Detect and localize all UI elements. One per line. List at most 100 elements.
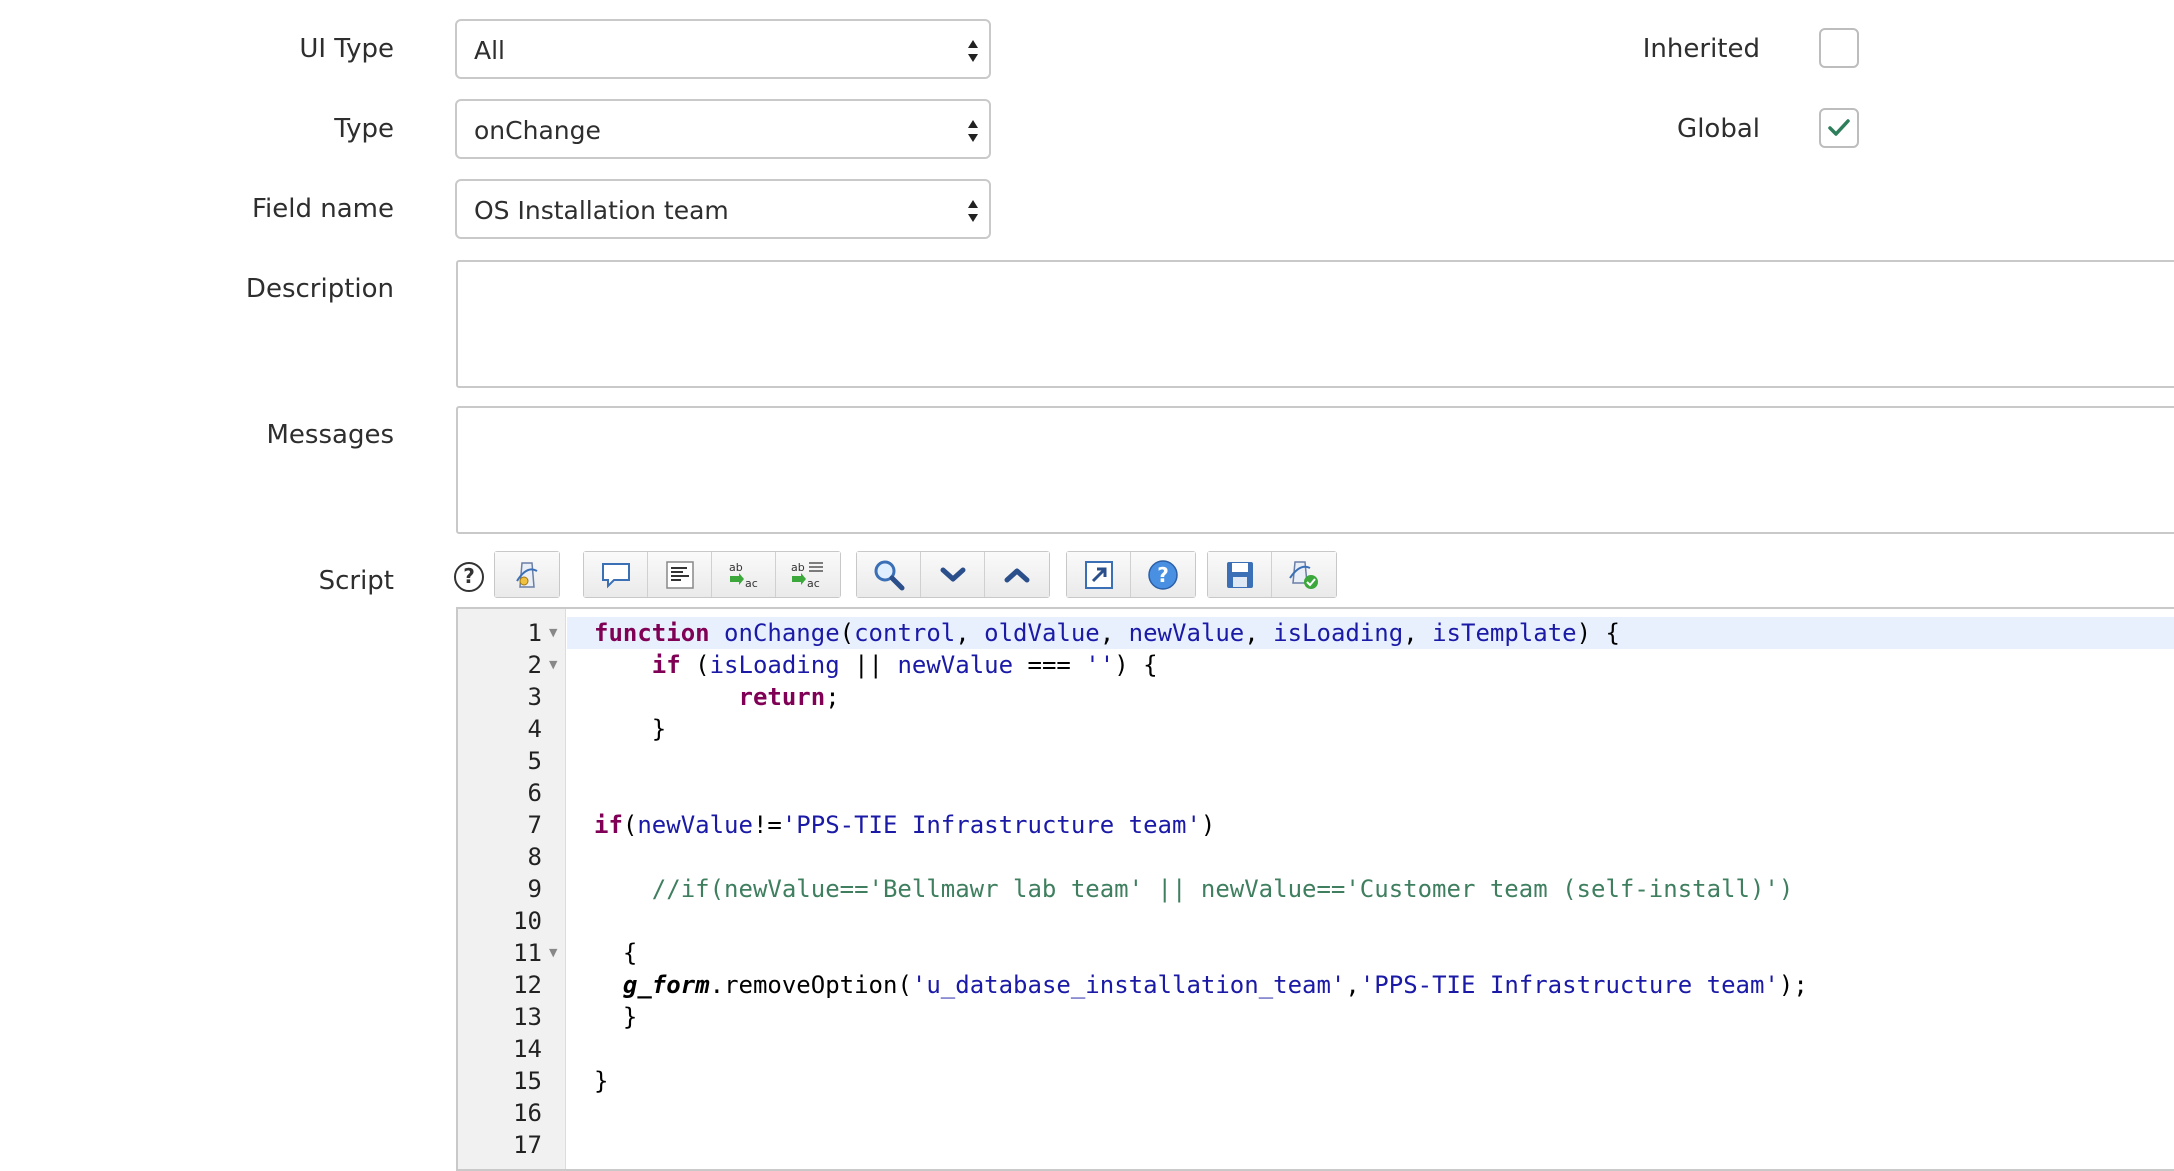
format-text-icon xyxy=(665,560,694,589)
comment-button[interactable] xyxy=(584,552,648,597)
fold-arrow-icon[interactable]: ▼ xyxy=(549,617,557,649)
type-value: onChange xyxy=(474,116,601,145)
fold-arrow-icon[interactable]: ▼ xyxy=(549,937,557,969)
toolbar-group-format xyxy=(494,551,560,598)
messages-label: Messages xyxy=(266,420,395,450)
code-string: 'u_database_installation_team' xyxy=(911,971,1346,999)
search-button[interactable] xyxy=(857,552,921,597)
code-keyword: if xyxy=(651,651,681,679)
select-arrows-icon xyxy=(968,40,978,62)
code-variable: newValue xyxy=(637,811,753,839)
format-text-button[interactable] xyxy=(648,552,712,597)
code-variable: newValue xyxy=(897,651,1014,679)
replace-all-button[interactable]: ab ac xyxy=(776,552,840,597)
toolbar-group-edit: ab ac ab ac xyxy=(583,551,841,598)
code-variable: isLoading xyxy=(709,651,840,679)
line-number: 4 xyxy=(527,715,542,743)
script-check-icon xyxy=(1289,560,1318,589)
toolbar-group-save xyxy=(1207,551,1337,598)
script-check-button[interactable] xyxy=(1272,552,1336,597)
fullscreen-button[interactable] xyxy=(1067,552,1131,597)
type-select[interactable]: onChange xyxy=(455,99,991,159)
line-number: 5 xyxy=(527,747,542,775)
script-editor[interactable]: 1 2 3 4 5 6 7 8 9 10 11 12 13 14 15 16 1… xyxy=(456,607,2174,1171)
line-number: 16 xyxy=(513,1099,542,1127)
line-number: 7 xyxy=(527,811,542,839)
code-line-3: return; xyxy=(738,683,840,711)
fold-arrow-icon[interactable]: ▼ xyxy=(549,649,557,681)
code-object: g_form xyxy=(622,971,710,999)
editor-help-button[interactable]: ? xyxy=(1131,552,1195,597)
line-number: 13 xyxy=(513,1003,542,1031)
code-comment: //if(newValue=='Bellmawr lab team' || ne… xyxy=(651,875,1794,903)
description-label: Description xyxy=(245,274,394,304)
svg-text:ab: ab xyxy=(791,561,805,574)
code-line-11: { xyxy=(594,939,638,967)
next-button[interactable] xyxy=(921,552,985,597)
code-line-13: } xyxy=(594,1003,638,1031)
global-checkbox[interactable] xyxy=(1819,108,1859,148)
line-number: 9 xyxy=(527,875,542,903)
code-param: isTemplate xyxy=(1432,619,1577,647)
code-line-7: if(newValue!='PPS-TIE Infrastructure tea… xyxy=(594,811,1216,839)
ui-type-select[interactable]: All xyxy=(455,19,991,79)
line-number: 15 xyxy=(513,1067,542,1095)
previous-button[interactable] xyxy=(985,552,1049,597)
toolbar-group-view: ? xyxy=(1066,551,1196,598)
code-param: isLoading xyxy=(1273,619,1404,647)
code-keyword: return xyxy=(738,683,826,711)
line-number: 8 xyxy=(527,843,542,871)
ui-type-value: All xyxy=(474,36,505,65)
code-line-1: function onChange(control, oldValue, new… xyxy=(594,619,1620,647)
line-number: 3 xyxy=(527,683,542,711)
replace-all-icon: ab ac xyxy=(791,561,823,590)
code-method: removeOption xyxy=(724,971,898,999)
inherited-checkbox[interactable] xyxy=(1819,28,1859,68)
code-string: '' xyxy=(1085,651,1115,679)
toolbar-group-search xyxy=(856,551,1050,598)
svg-text:ac: ac xyxy=(745,577,758,590)
code-keyword: if xyxy=(594,811,623,839)
select-arrows-icon xyxy=(968,120,978,142)
script-format-icon xyxy=(516,561,538,588)
ui-type-label: UI Type xyxy=(299,34,394,64)
code-line-2: if (isLoading || newValue === '') { xyxy=(651,651,1158,679)
line-number: 10 xyxy=(513,907,542,935)
script-label: Script xyxy=(318,566,394,596)
inherited-label: Inherited xyxy=(1642,34,1760,64)
messages-textarea[interactable] xyxy=(456,406,2174,534)
comment-icon xyxy=(601,562,630,588)
help-icon[interactable]: ? xyxy=(454,562,484,592)
code-function-name: onChange xyxy=(724,619,840,647)
line-number: 6 xyxy=(527,779,542,807)
code-param: newValue xyxy=(1128,619,1245,647)
checkmark-icon xyxy=(1828,119,1850,136)
field-name-value: OS Installation team xyxy=(474,196,729,225)
description-textarea[interactable] xyxy=(456,260,2174,388)
global-label: Global xyxy=(1677,114,1760,144)
script-format-button[interactable] xyxy=(495,552,559,597)
search-icon xyxy=(874,560,904,590)
line-number: 1 xyxy=(527,619,542,647)
chevron-down-icon xyxy=(940,567,965,581)
line-number: 12 xyxy=(513,971,542,999)
code-line-9: //if(newValue=='Bellmawr lab team' || ne… xyxy=(594,873,2174,905)
svg-text:ab: ab xyxy=(729,561,743,574)
code-string: 'PPS-TIE Infrastructure team' xyxy=(1359,971,1779,999)
chevron-up-icon xyxy=(1004,568,1030,582)
line-number-gutter: 1 2 3 4 5 6 7 8 9 10 11 12 13 14 15 16 1… xyxy=(458,609,566,1169)
help-circle-icon: ? xyxy=(1148,559,1178,590)
code-param: control xyxy=(854,619,956,647)
save-button[interactable] xyxy=(1208,552,1272,597)
field-name-label: Field name xyxy=(251,194,394,224)
replace-icon: ab ac xyxy=(729,561,758,590)
fullscreen-icon xyxy=(1084,560,1113,589)
field-name-select[interactable]: OS Installation team xyxy=(455,179,991,239)
replace-button[interactable]: ab ac xyxy=(712,552,776,597)
line-number: 2 xyxy=(527,651,542,679)
code-line-15: } xyxy=(594,1067,609,1095)
code-string: 'PPS-TIE Infrastructure team' xyxy=(781,811,1201,839)
svg-text:?: ? xyxy=(1157,563,1169,587)
save-icon xyxy=(1226,561,1253,588)
type-label: Type xyxy=(334,114,394,144)
